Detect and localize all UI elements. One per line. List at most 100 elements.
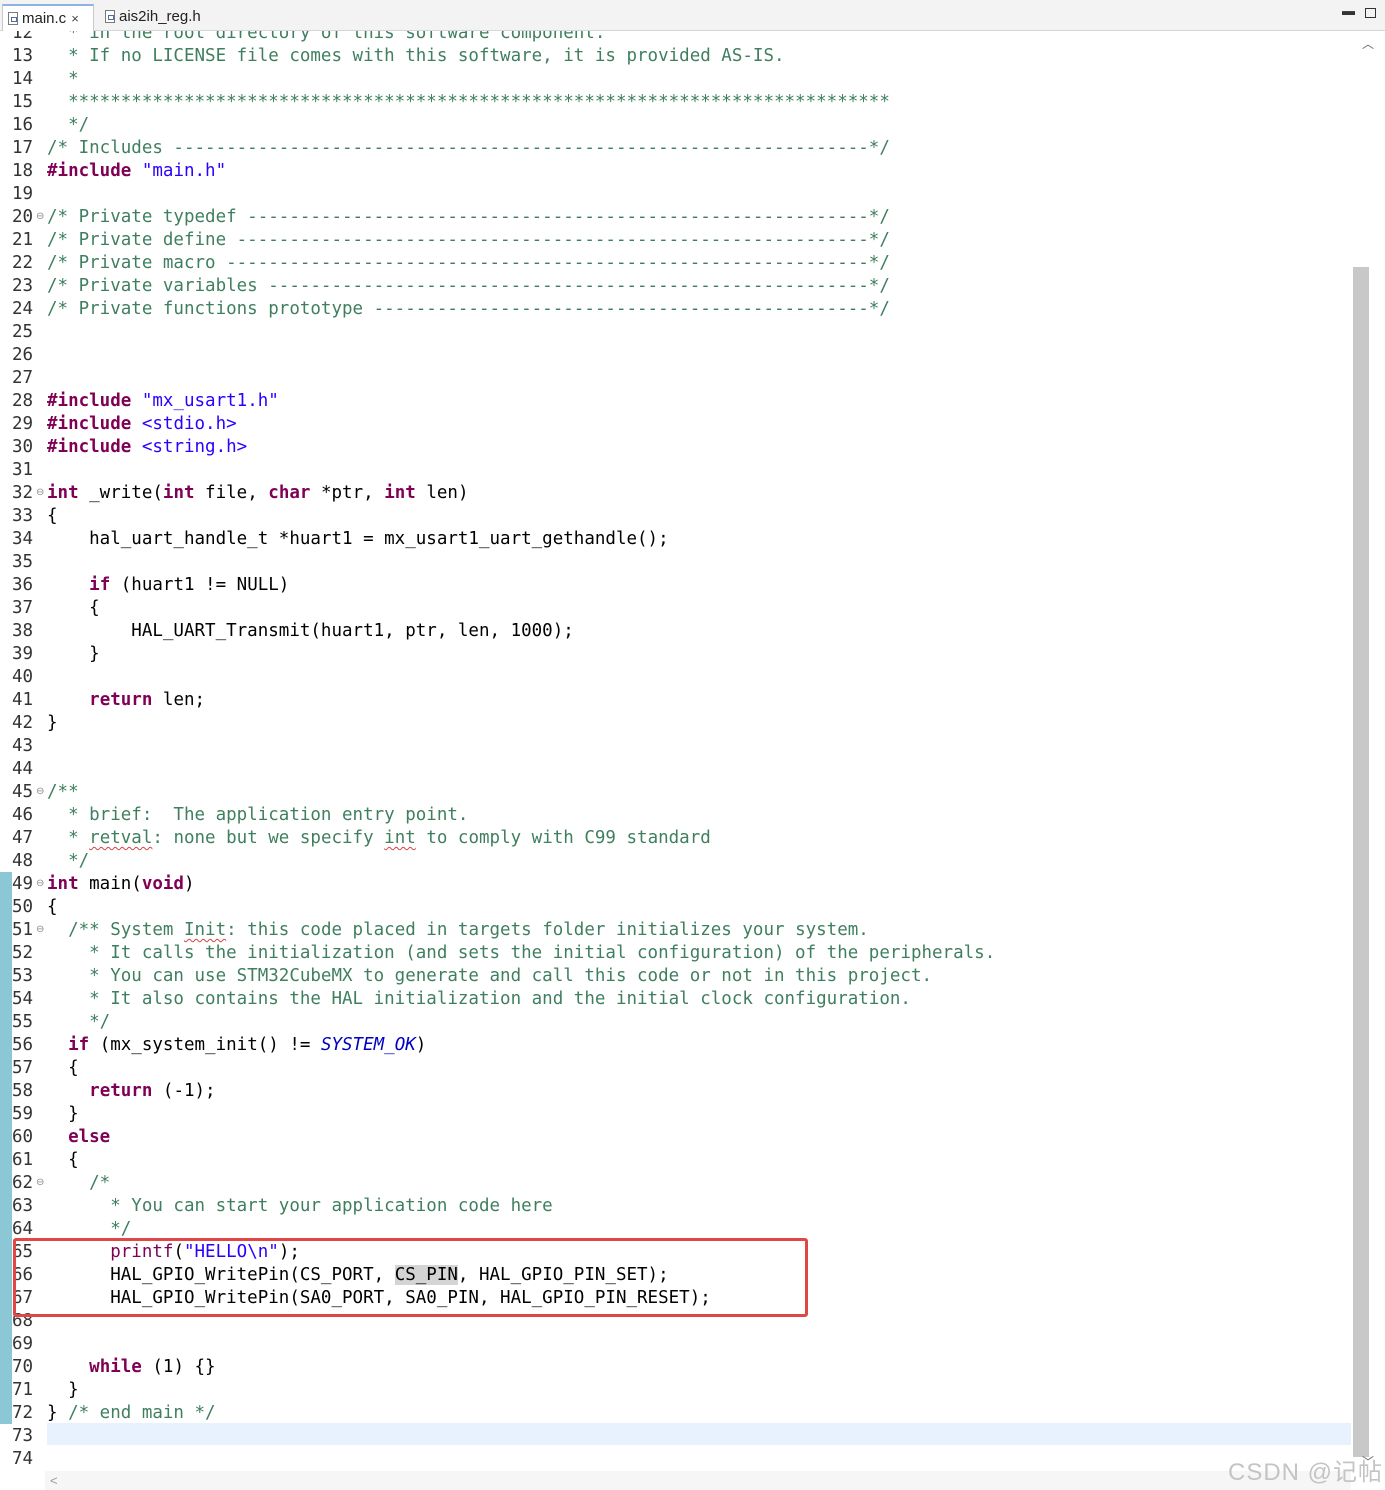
- code-line[interactable]: 21 /* Private define --------------------…: [0, 229, 1351, 252]
- code-line[interactable]: 24 /* Private functions prototype -------…: [0, 298, 1351, 321]
- line-number: 15: [12, 92, 34, 112]
- code-line[interactable]: 17 /* Includes --------------------------…: [0, 137, 1351, 160]
- code-line[interactable]: 53 * You can use STM32CubeMX to generate…: [0, 965, 1351, 988]
- code-line[interactable]: 19: [0, 183, 1351, 206]
- code-text: /* Private typedef ---------------------…: [47, 206, 890, 229]
- code-text: #include "mx_usart1.h": [47, 390, 279, 413]
- code-line[interactable]: 44: [0, 758, 1351, 781]
- chevron-up-icon[interactable]: ︿: [1362, 35, 1374, 52]
- code-line[interactable]: 59 }: [0, 1103, 1351, 1126]
- code-text: * in the root directory of this software…: [47, 31, 605, 45]
- code-line[interactable]: 56 if (mx_system_init() != SYSTEM_OK): [0, 1034, 1351, 1057]
- code-token: char: [268, 483, 311, 503]
- editor-tab-bar: main.c × ais2ih_reg.h ▬: [0, 0, 1385, 31]
- code-token: retval: [89, 828, 153, 848]
- line-number: 47: [12, 828, 34, 848]
- code-line[interactable]: 13 * If no LICENSE file comes with this …: [0, 45, 1351, 68]
- code-line[interactable]: 27: [0, 367, 1351, 390]
- fold-minus-icon[interactable]: ⊖: [36, 781, 44, 802]
- minimize-icon[interactable]: ▬: [1342, 4, 1355, 18]
- maximize-icon[interactable]: [1365, 8, 1376, 18]
- tab-main-c[interactable]: main.c ×: [2, 4, 94, 31]
- code-line[interactable]: 46 * brief: The application entry point.: [0, 804, 1351, 827]
- code-line[interactable]: 15 *************************************…: [0, 91, 1351, 114]
- code-line[interactable]: 28 #include "mx_usart1.h": [0, 390, 1351, 413]
- code-line[interactable]: 43: [0, 735, 1351, 758]
- code-line[interactable]: 55 */: [0, 1011, 1351, 1034]
- code-line[interactable]: 36 if (huart1 != NULL): [0, 574, 1351, 597]
- code-token: : none but we specify: [152, 828, 385, 848]
- code-line[interactable]: 16 */: [0, 114, 1351, 137]
- scrollbar-thumb[interactable]: [1353, 267, 1369, 1457]
- code-line[interactable]: 47 * retval: none but we specify int to …: [0, 827, 1351, 850]
- fold-minus-icon[interactable]: ⊖: [36, 873, 44, 894]
- code-line[interactable]: 12 * in the root directory of this softw…: [0, 31, 1351, 45]
- fold-minus-icon[interactable]: ⊖: [36, 1172, 44, 1193]
- vertical-scrollbar[interactable]: ︿ ﹀: [1351, 31, 1385, 1471]
- code-line[interactable]: 52 * It calls the initialization (and se…: [0, 942, 1351, 965]
- fold-minus-icon[interactable]: ⊖: [36, 206, 44, 227]
- code-token: int: [162, 483, 195, 503]
- code-line[interactable]: 14 *: [0, 68, 1351, 91]
- code-line[interactable]: 61 {: [0, 1149, 1351, 1172]
- chevron-left-icon[interactable]: <: [50, 1471, 58, 1490]
- code-line[interactable]: 41 return len;: [0, 689, 1351, 712]
- code-text: */: [47, 1011, 110, 1034]
- code-line[interactable]: 71 }: [0, 1379, 1351, 1402]
- code-line[interactable]: 37 {: [0, 597, 1351, 620]
- code-token: hal_uart_handle_t *huart1 = mx_usart1_ua…: [47, 529, 669, 549]
- line-number: 25: [12, 322, 34, 342]
- code-token: #include: [47, 414, 132, 434]
- code-line[interactable]: 30 #include <string.h>: [0, 436, 1351, 459]
- code-line[interactable]: 22 /* Private macro ---------------------…: [0, 252, 1351, 275]
- code-text: #include <string.h>: [47, 436, 247, 459]
- code-line[interactable]: 60 else: [0, 1126, 1351, 1149]
- code-line[interactable]: 45 ⊖/**: [0, 781, 1351, 804]
- code-line[interactable]: 50 {: [0, 896, 1351, 919]
- code-line[interactable]: 51 ⊖ /** System Init: this code placed in…: [0, 919, 1351, 942]
- fold-minus-icon[interactable]: ⊖: [36, 919, 44, 940]
- tab-ais2ih-reg-h[interactable]: ais2ih_reg.h: [100, 4, 220, 31]
- code-token: #include: [47, 391, 132, 411]
- code-line[interactable]: 48 */: [0, 850, 1351, 873]
- code-line[interactable]: 54 * It also contains the HAL initializa…: [0, 988, 1351, 1011]
- code-line[interactable]: 58 return (-1);: [0, 1080, 1351, 1103]
- code-token: len): [415, 483, 469, 503]
- code-line[interactable]: 73: [0, 1425, 1351, 1448]
- code-line[interactable]: 35: [0, 551, 1351, 574]
- code-line[interactable]: 29 #include <stdio.h>: [0, 413, 1351, 436]
- code-line[interactable]: 39 }: [0, 643, 1351, 666]
- close-icon[interactable]: ×: [71, 11, 79, 26]
- code-line[interactable]: 40: [0, 666, 1351, 689]
- code-line[interactable]: 69: [0, 1333, 1351, 1356]
- code-line[interactable]: 38 HAL_UART_Transmit(huart1, ptr, len, 1…: [0, 620, 1351, 643]
- code-token: /* Private functions prototype ---------…: [47, 299, 890, 319]
- code-token: len;: [152, 690, 206, 710]
- horizontal-scrollbar[interactable]: <: [45, 1471, 1351, 1490]
- code-line[interactable]: 26: [0, 344, 1351, 367]
- code-text: {: [47, 505, 58, 528]
- code-line[interactable]: 57 {: [0, 1057, 1351, 1080]
- code-line[interactable]: 20 ⊖/* Private typedef ------------------…: [0, 206, 1351, 229]
- tab-label: ais2ih_reg.h: [119, 8, 201, 25]
- code-text: while (1) {}: [47, 1356, 215, 1379]
- code-line[interactable]: 42}: [0, 712, 1351, 735]
- code-text: * It calls the initialization (and sets …: [47, 942, 995, 965]
- code-line[interactable]: 34 hal_uart_handle_t *huart1 = mx_usart1…: [0, 528, 1351, 551]
- code-token: SYSTEM_OK: [320, 1035, 416, 1055]
- code-line[interactable]: 63 * You can start your application code…: [0, 1195, 1351, 1218]
- code-line[interactable]: 72} /* end main */: [0, 1402, 1351, 1425]
- code-line[interactable]: 23 /* Private variables -----------------…: [0, 275, 1351, 298]
- code-line[interactable]: 31: [0, 459, 1351, 482]
- fold-minus-icon[interactable]: ⊖: [36, 482, 44, 503]
- code-line[interactable]: 62 ⊖ /*: [0, 1172, 1351, 1195]
- code-line[interactable]: 25: [0, 321, 1351, 344]
- code-line[interactable]: 33 {: [0, 505, 1351, 528]
- code-line[interactable]: 32 ⊖ int _write(int file, char *ptr, int l…: [0, 482, 1351, 505]
- code-editor[interactable]: 12 * in the root directory of this softw…: [0, 31, 1351, 1471]
- code-line[interactable]: 49 ⊖ int main(void): [0, 873, 1351, 896]
- code-line[interactable]: 70 while (1) {}: [0, 1356, 1351, 1379]
- code-line[interactable]: 18 #include "main.h": [0, 160, 1351, 183]
- code-line[interactable]: 74: [0, 1448, 1351, 1471]
